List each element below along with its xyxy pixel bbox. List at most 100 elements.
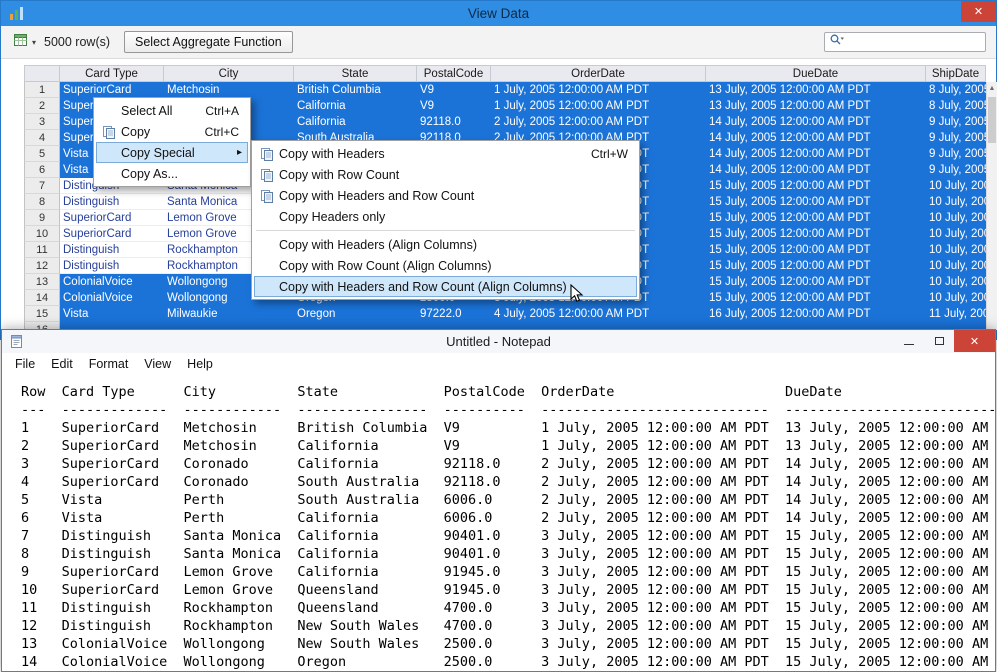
row-number[interactable]: 15 xyxy=(24,306,60,322)
search-input[interactable] xyxy=(848,34,981,50)
row-number[interactable]: 10 xyxy=(24,226,60,242)
grid-cell[interactable]: 10 July, 2005 12:00:00 AM PDT xyxy=(926,274,986,290)
close-button[interactable]: ✕ xyxy=(954,330,995,352)
grid-cell[interactable]: 97222.0 xyxy=(417,306,491,322)
row-number[interactable]: 8 xyxy=(24,194,60,210)
grid-cell[interactable]: 8 July, 2005 12:00:00 AM PDT xyxy=(926,98,986,114)
select-aggregate-function-button[interactable]: Select Aggregate Function xyxy=(124,31,293,53)
grid-cell[interactable]: 15 July, 2005 12:00:00 AM PDT xyxy=(706,210,926,226)
menu-item-copy-headers-only[interactable]: Copy Headers only xyxy=(254,206,637,227)
menu-item-copy[interactable]: Copy Ctrl+C xyxy=(96,121,248,142)
menu-help[interactable]: Help xyxy=(179,357,221,371)
grid-cell[interactable]: Distinguish xyxy=(60,258,164,274)
grid-cell[interactable]: 15 July, 2005 12:00:00 AM PDT xyxy=(706,226,926,242)
row-number[interactable]: 14 xyxy=(24,290,60,306)
row-number[interactable]: 4 xyxy=(24,130,60,146)
grid-cell[interactable]: 92118.0 xyxy=(417,114,491,130)
grid-cell[interactable]: 15 July, 2005 12:00:00 AM PDT xyxy=(706,258,926,274)
column-header-card-type[interactable]: Card Type xyxy=(60,65,164,82)
grid-cell[interactable]: 15 July, 2005 12:00:00 AM PDT xyxy=(706,274,926,290)
menu-view[interactable]: View xyxy=(136,357,179,371)
column-header-city[interactable]: City xyxy=(164,65,294,82)
grid-cell[interactable]: 10 July, 2005 12:00:00 AM PDT xyxy=(926,258,986,274)
grid-cell[interactable]: 10 July, 2005 12:00:00 AM PDT xyxy=(926,290,986,306)
menu-item-copy-with-headers[interactable]: Copy with Headers Ctrl+W xyxy=(254,143,637,164)
grid-cell[interactable]: 14 July, 2005 12:00:00 AM PDT xyxy=(706,114,926,130)
column-header-shipdate[interactable]: ShipDate xyxy=(926,65,986,82)
row-number[interactable]: 7 xyxy=(24,178,60,194)
row-number[interactable]: 1 xyxy=(24,82,60,98)
column-header-orderdate[interactable]: OrderDate xyxy=(491,65,706,82)
grid-cell[interactable]: Metchosin xyxy=(164,82,294,98)
export-button[interactable]: ▾ xyxy=(11,31,38,53)
grid-cell[interactable]: 13 July, 2005 12:00:00 AM PDT xyxy=(706,98,926,114)
grid-cell[interactable]: 10 July, 2005 12:00:00 AM PDT xyxy=(926,242,986,258)
menu-item-copy-special[interactable]: Copy Special ▸ xyxy=(96,142,248,163)
row-number[interactable]: 11 xyxy=(24,242,60,258)
grid-cell[interactable]: 14 July, 2005 12:00:00 AM PDT xyxy=(706,146,926,162)
grid-cell[interactable]: V9 xyxy=(417,82,491,98)
row-number[interactable]: 2 xyxy=(24,98,60,114)
scrollbar-thumb[interactable] xyxy=(988,97,996,143)
menu-format[interactable]: Format xyxy=(81,357,137,371)
grid-cell[interactable]: Milwaukie xyxy=(164,306,294,322)
grid-cell[interactable]: 11 July, 2005 12:00:00 AM PDT xyxy=(926,306,986,322)
column-header-duedate[interactable]: DueDate xyxy=(706,65,926,82)
grid-cell[interactable]: 10 July, 2005 12:00:00 AM PDT xyxy=(926,194,986,210)
close-button[interactable]: ✕ xyxy=(961,1,996,22)
grid-cell[interactable]: 14 July, 2005 12:00:00 AM PDT xyxy=(706,130,926,146)
grid-cell[interactable]: Distinguish xyxy=(60,242,164,258)
grid-cell[interactable]: 16 July, 2005 12:00:00 AM PDT xyxy=(706,306,926,322)
row-number[interactable]: 9 xyxy=(24,210,60,226)
grid-cell[interactable]: Distinguish xyxy=(60,194,164,210)
grid-cell[interactable]: 4 July, 2005 12:00:00 AM PDT xyxy=(491,306,706,322)
grid-cell[interactable]: Oregon xyxy=(294,306,417,322)
row-number[interactable]: 6 xyxy=(24,162,60,178)
grid-cell[interactable]: California xyxy=(294,98,417,114)
grid-cell[interactable]: SuperiorCard xyxy=(60,226,164,242)
row-number-header[interactable] xyxy=(24,65,60,82)
grid-cell[interactable]: V9 xyxy=(417,98,491,114)
menu-item-copy-with-row-count[interactable]: Copy with Row Count xyxy=(254,164,637,185)
grid-cell[interactable]: 10 July, 2005 12:00:00 AM PDT xyxy=(926,210,986,226)
notepad-text-area[interactable]: Row Card Type City State PostalCode Orde… xyxy=(2,374,995,671)
view-data-titlebar[interactable]: View Data ✕ xyxy=(1,1,996,26)
grid-cell[interactable]: SuperiorCard xyxy=(60,82,164,98)
grid-cell[interactable]: 15 July, 2005 12:00:00 AM PDT xyxy=(706,242,926,258)
grid-cell[interactable]: ColonialVoice xyxy=(60,274,164,290)
grid-cell[interactable]: 14 July, 2005 12:00:00 AM PDT xyxy=(706,162,926,178)
grid-cell[interactable]: 8 July, 2005 12:00:00 AM PDT xyxy=(926,82,986,98)
menu-item-copy-as[interactable]: Copy As... xyxy=(96,163,248,184)
notepad-titlebar[interactable]: Untitled - Notepad ✕ xyxy=(2,330,995,353)
scroll-up-arrow-icon[interactable]: ▲ xyxy=(987,82,997,95)
grid-cell[interactable]: 10 July, 2005 12:00:00 AM PDT xyxy=(926,226,986,242)
grid-cell[interactable]: 1 July, 2005 12:00:00 AM PDT xyxy=(491,98,706,114)
row-number[interactable]: 12 xyxy=(24,258,60,274)
grid-cell[interactable]: SuperiorCard xyxy=(60,210,164,226)
menu-file[interactable]: File xyxy=(7,357,43,371)
grid-cell[interactable]: 15 July, 2005 12:00:00 AM PDT xyxy=(706,290,926,306)
search-box[interactable] xyxy=(824,32,986,52)
row-number[interactable]: 5 xyxy=(24,146,60,162)
grid-cell[interactable]: 9 July, 2005 12:00:00 AM PDT xyxy=(926,162,986,178)
grid-cell[interactable]: 15 July, 2005 12:00:00 AM PDT xyxy=(706,194,926,210)
column-header-state[interactable]: State xyxy=(294,65,417,82)
menu-item-copy-with-row-count-align-columns[interactable]: Copy with Row Count (Align Columns) xyxy=(254,255,637,276)
grid-cell[interactable]: 15 July, 2005 12:00:00 AM PDT xyxy=(706,178,926,194)
grid-vertical-scrollbar[interactable]: ▲ xyxy=(986,82,997,330)
row-number[interactable]: 3 xyxy=(24,114,60,130)
grid-cell[interactable]: 9 July, 2005 12:00:00 AM PDT xyxy=(926,114,986,130)
menu-item-select-all[interactable]: Select All Ctrl+A xyxy=(96,100,248,121)
grid-cell[interactable]: 13 July, 2005 12:00:00 AM PDT xyxy=(706,82,926,98)
grid-cell[interactable]: British Columbia xyxy=(294,82,417,98)
maximize-button[interactable] xyxy=(924,330,954,352)
grid-cell[interactable]: 9 July, 2005 12:00:00 AM PDT xyxy=(926,130,986,146)
grid-cell[interactable]: Vista xyxy=(60,306,164,322)
minimize-button[interactable] xyxy=(894,330,924,352)
menu-edit[interactable]: Edit xyxy=(43,357,81,371)
grid-cell[interactable]: 1 July, 2005 12:00:00 AM PDT xyxy=(491,82,706,98)
grid-cell[interactable]: ColonialVoice xyxy=(60,290,164,306)
grid-cell[interactable]: 10 July, 2005 12:00:00 AM PDT xyxy=(926,178,986,194)
grid-cell[interactable]: California xyxy=(294,114,417,130)
row-number[interactable]: 13 xyxy=(24,274,60,290)
